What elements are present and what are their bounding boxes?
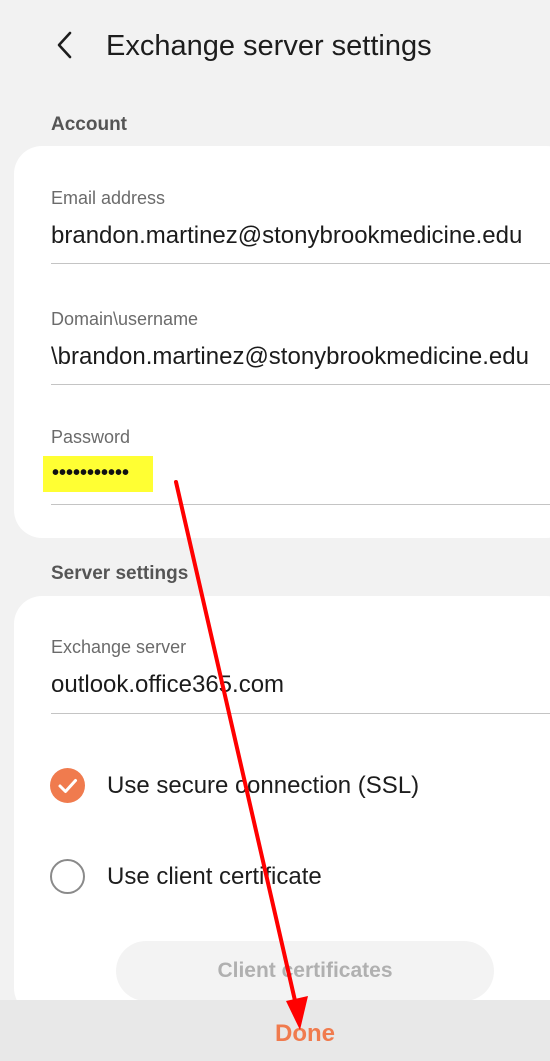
done-button[interactable]: Done xyxy=(225,1010,385,1058)
checkmark-icon xyxy=(58,779,77,793)
domain-username-label: Domain\username xyxy=(51,309,199,329)
header-bar: Exchange server settings xyxy=(0,0,550,92)
exchange-server-field[interactable]: outlook.office365.com xyxy=(51,669,550,701)
client-cert-label: Use client certificate xyxy=(107,863,322,890)
account-section-header: Account xyxy=(51,114,127,135)
ssl-checkbox[interactable] xyxy=(50,768,85,803)
client-cert-checkbox[interactable] xyxy=(50,859,85,894)
email-underline xyxy=(51,263,550,264)
page-title: Exchange server settings xyxy=(106,30,432,62)
client-cert-option[interactable]: Use client certificate xyxy=(40,849,540,905)
ssl-option[interactable]: Use secure connection (SSL) xyxy=(40,758,540,814)
server-section-header: Server settings xyxy=(51,563,189,584)
domain-username-underline xyxy=(51,384,550,385)
back-button[interactable] xyxy=(44,22,88,68)
domain-username-field[interactable]: \brandon.martinez@stonybrookmedicine.edu xyxy=(51,341,550,373)
ssl-label: Use secure connection (SSL) xyxy=(107,772,420,799)
exchange-server-underline xyxy=(51,713,550,714)
email-field[interactable]: brandon.martinez@stonybrookmedicine.edu xyxy=(51,220,550,252)
password-label: Password xyxy=(51,427,131,447)
password-field[interactable]: ••••••••••• xyxy=(52,457,129,489)
client-certificates-button[interactable]: Client certificates xyxy=(116,941,494,1001)
password-underline xyxy=(51,504,550,505)
email-label: Email address xyxy=(51,188,166,208)
exchange-server-label: Exchange server xyxy=(51,637,187,657)
chevron-left-icon xyxy=(57,31,72,59)
